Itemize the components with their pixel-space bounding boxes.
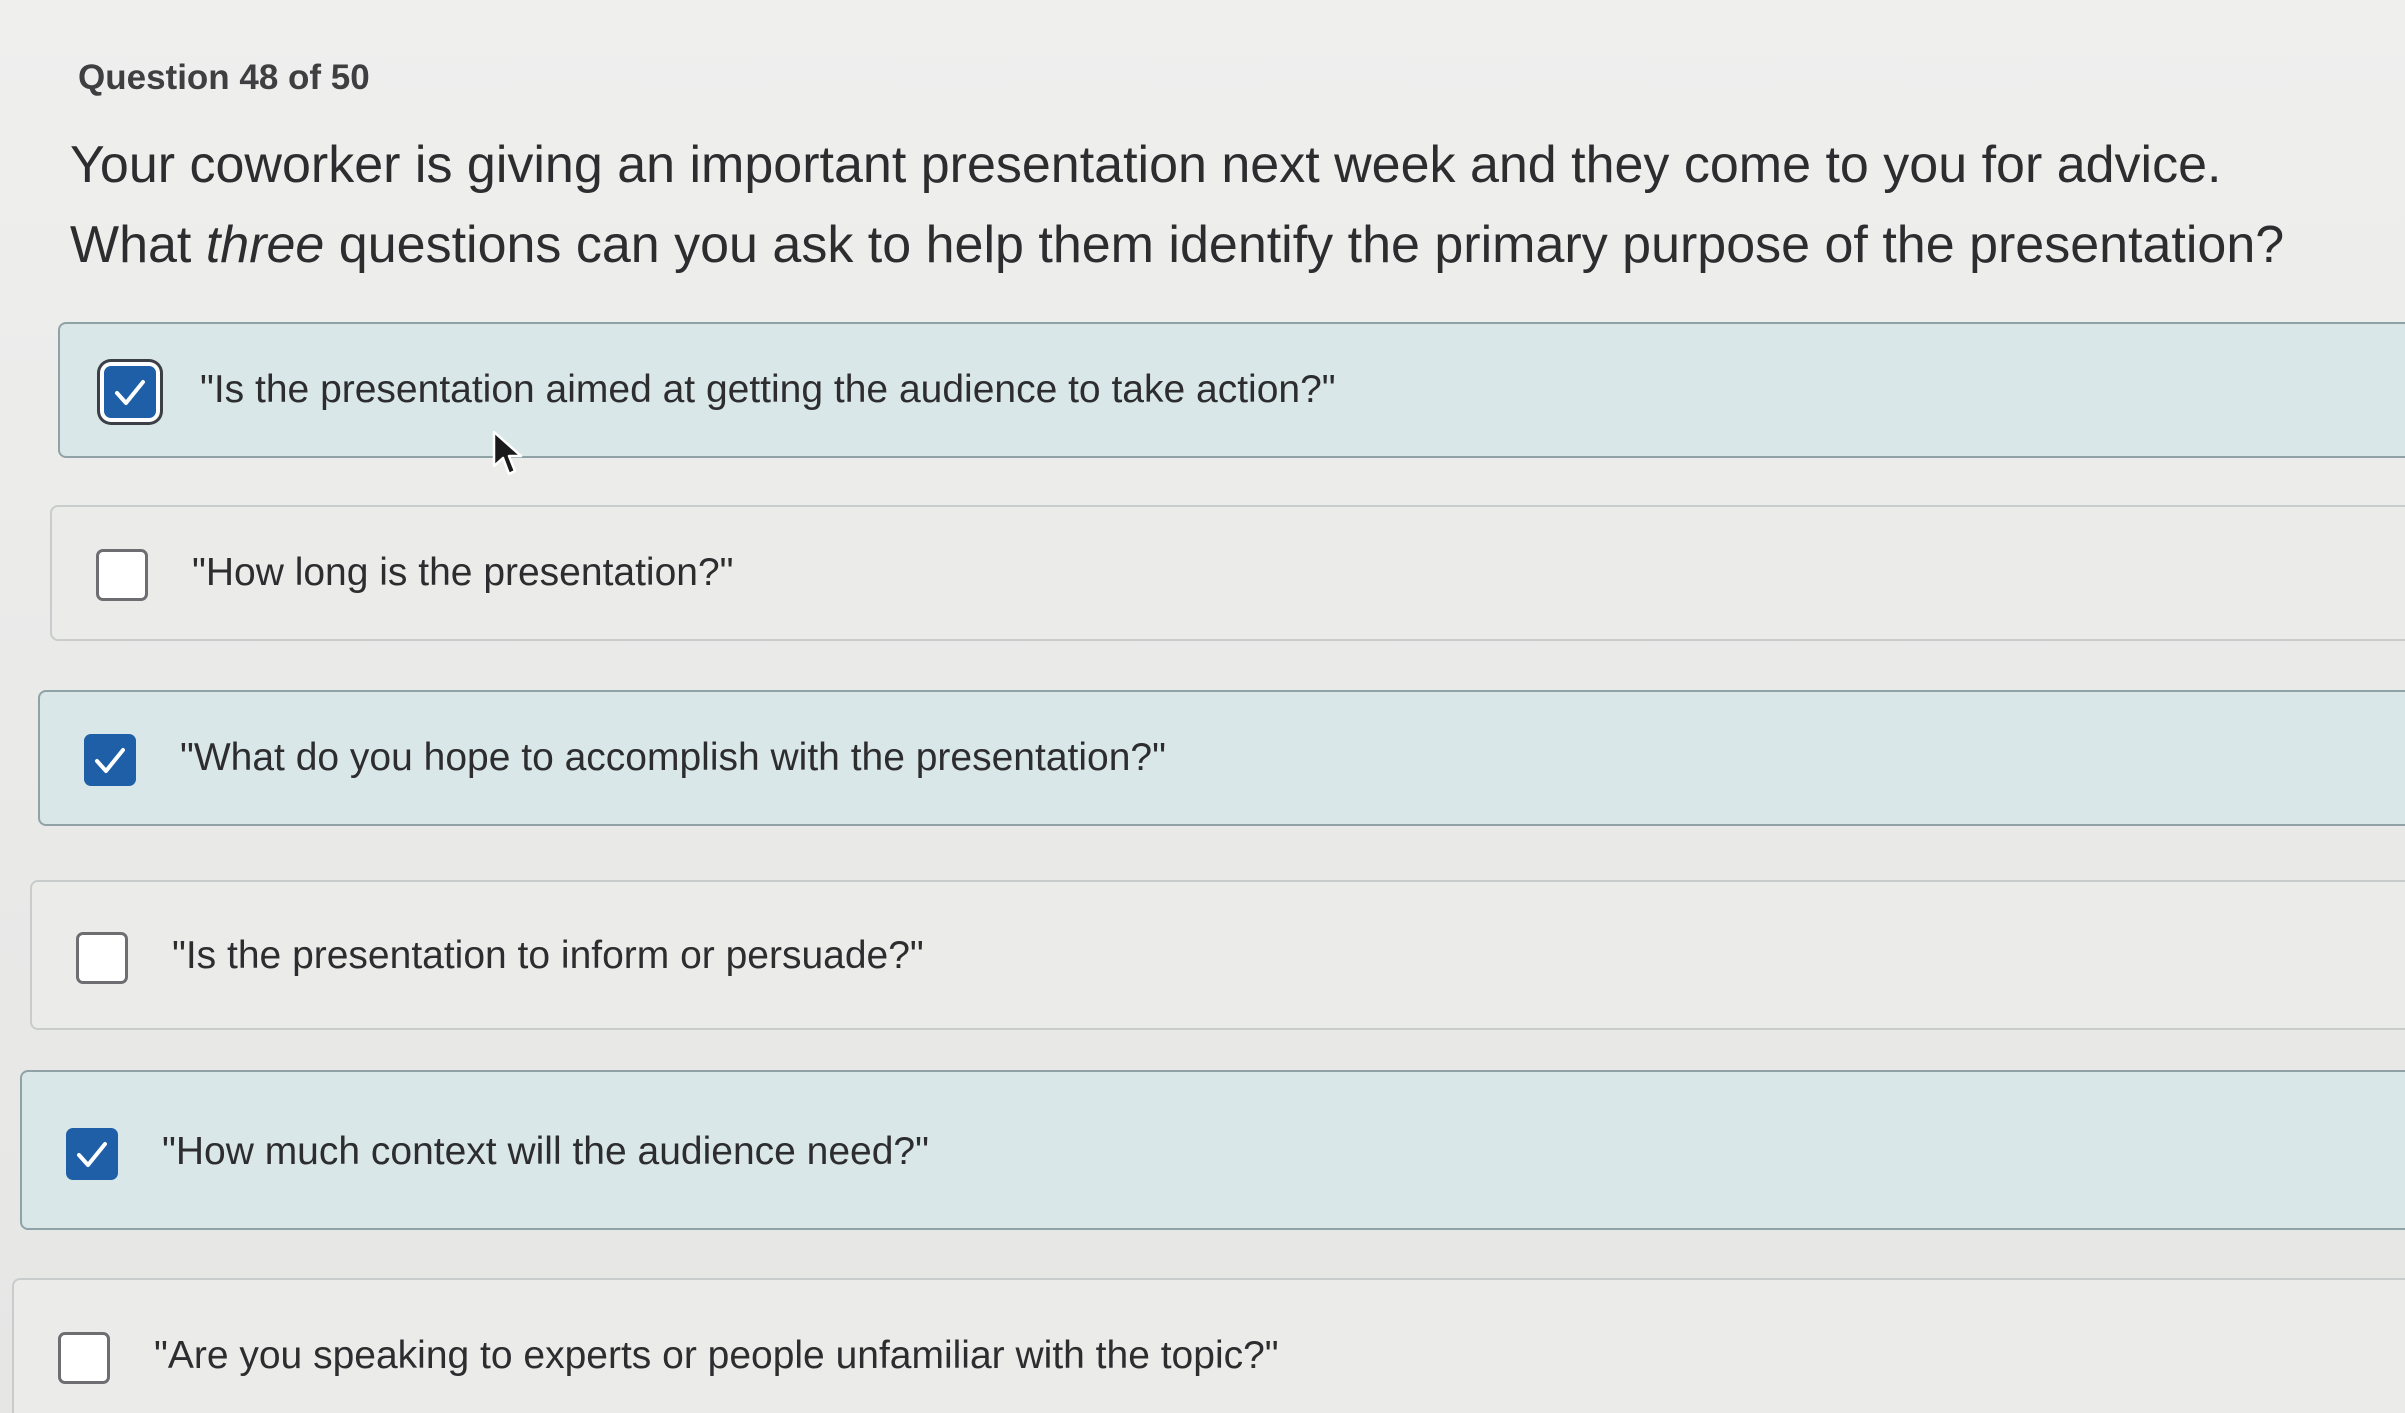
checkbox-checked[interactable] xyxy=(66,1128,118,1180)
option-6[interactable]: "Are you speaking to experts or people u… xyxy=(12,1278,2405,1413)
checkbox-checked[interactable] xyxy=(84,734,136,786)
checkbox-unchecked[interactable] xyxy=(96,549,148,601)
option-4[interactable]: "Is the presentation to inform or persua… xyxy=(30,880,2405,1030)
checkbox-unchecked[interactable] xyxy=(76,932,128,984)
option-label: "Are you speaking to experts or people u… xyxy=(154,1334,1279,1377)
checkmark-icon xyxy=(95,748,125,773)
option-label: "Is the presentation aimed at getting th… xyxy=(200,368,1336,411)
option-3[interactable]: "What do you hope to accomplish with the… xyxy=(38,690,2405,826)
option-label: "How long is the presentation?" xyxy=(192,551,734,594)
checkbox-checked[interactable] xyxy=(104,366,156,418)
option-2[interactable]: "How long is the presentation?" xyxy=(50,505,2405,641)
option-label: "Is the presentation to inform or persua… xyxy=(172,934,924,977)
answer-options: "Is the presentation aimed at getting th… xyxy=(0,0,2405,1413)
option-label: "What do you hope to accomplish with the… xyxy=(180,736,1166,779)
checkbox-unchecked[interactable] xyxy=(58,1332,110,1384)
mouse-pointer-icon xyxy=(492,430,523,476)
option-label: "How much context will the audience need… xyxy=(162,1130,929,1173)
checkmark-icon xyxy=(77,1142,107,1167)
checkmark-icon xyxy=(115,380,145,405)
option-5[interactable]: "How much context will the audience need… xyxy=(20,1070,2405,1230)
quiz-page: Question 48 of 50 Your coworker is givin… xyxy=(0,0,2405,1413)
option-1[interactable]: "Is the presentation aimed at getting th… xyxy=(58,322,2405,458)
